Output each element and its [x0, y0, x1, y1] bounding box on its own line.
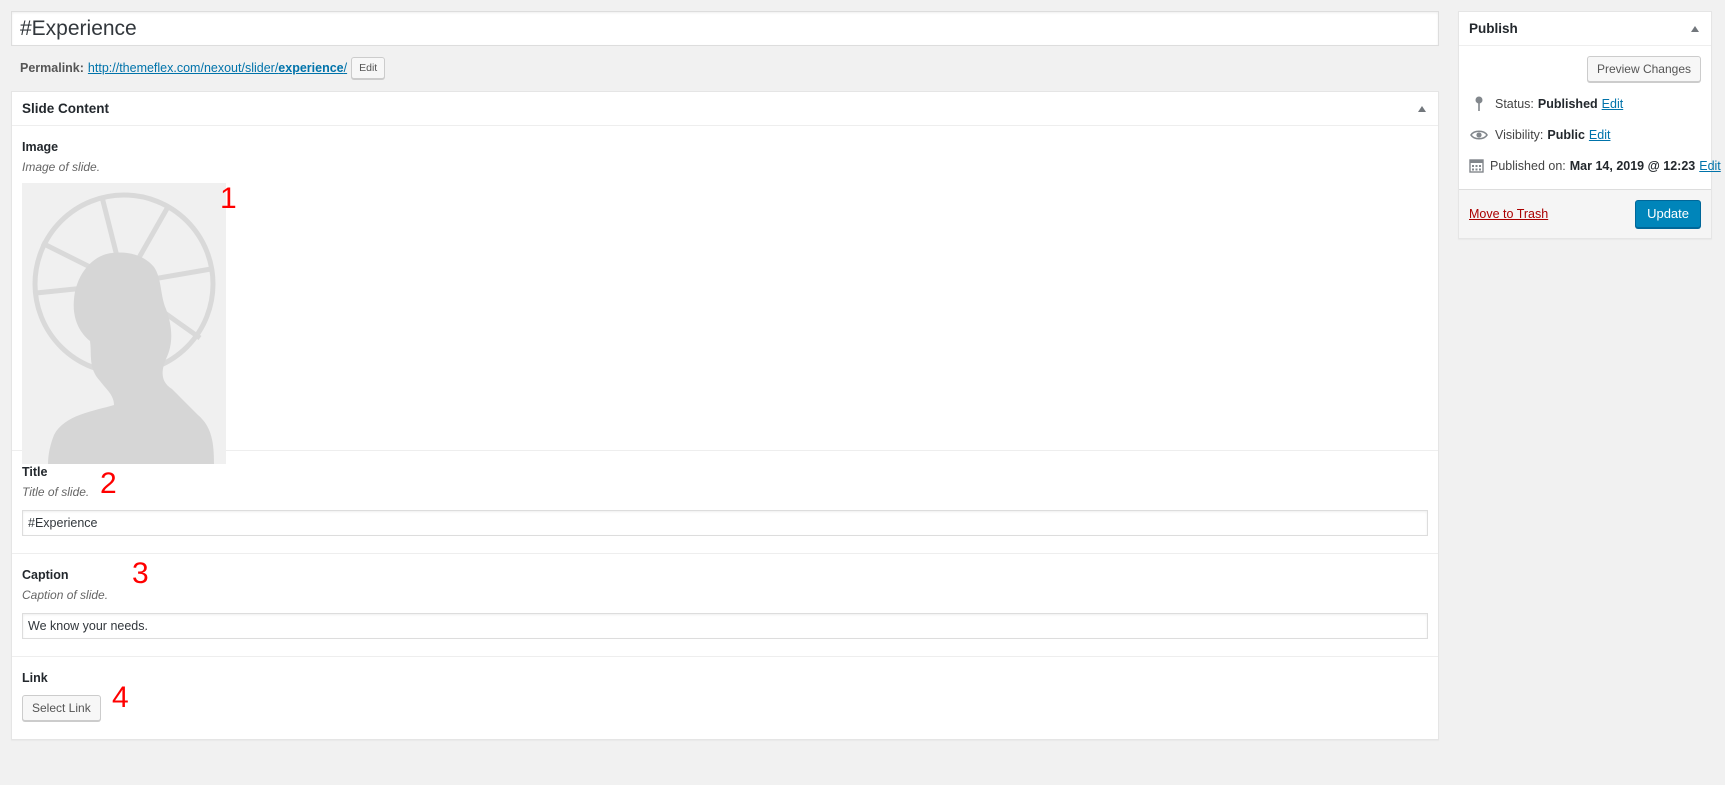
annotation-3: 3 — [132, 557, 149, 590]
permalink-slug: experience — [278, 60, 344, 75]
permalink-url[interactable]: http://themeflex.com/nexout/slider/exper… — [88, 61, 347, 75]
slide-title-input[interactable]: #Experience — [22, 510, 1428, 536]
annotation-4: 4 — [112, 681, 129, 714]
image-field: Image Image of slide. 1 — [12, 126, 1438, 464]
image-description: Image of slide. — [22, 160, 101, 174]
move-to-trash-link[interactable]: Move to Trash — [1469, 207, 1548, 221]
eye-icon — [1469, 129, 1489, 141]
published-label: Published on: — [1490, 158, 1566, 173]
slide-content-heading: Slide Content — [22, 101, 109, 116]
triangle-up-icon[interactable] — [1418, 105, 1426, 112]
permalink-edit-button[interactable]: Edit — [351, 56, 386, 79]
link-field: Link Select Link 4 — [12, 657, 1438, 739]
slide-caption-input[interactable]: We know your needs. — [22, 613, 1428, 639]
slide-image-placeholder[interactable] — [22, 183, 226, 464]
title-label: Title — [22, 465, 48, 479]
caption-field: Caption Caption of slide. We know your n… — [12, 554, 1438, 657]
triangle-up-icon[interactable] — [1691, 25, 1699, 32]
published-row: Published on: Mar 14, 2019 @ 12:23 Edit — [1459, 150, 1721, 181]
permalink-row: Permalink: http://themeflex.com/nexout/s… — [11, 56, 1439, 79]
publish-heading: Publish — [1469, 21, 1518, 36]
post-title-input[interactable]: #Experience — [11, 11, 1439, 46]
published-edit-link[interactable]: Edit — [1699, 159, 1721, 173]
status-value: Published — [1537, 96, 1598, 111]
published-value: Mar 14, 2019 @ 12:23 — [1569, 158, 1696, 173]
caption-description: Caption of slide. — [22, 588, 109, 602]
slide-content-box: Slide Content Image Image of slide. 1 Ti… — [11, 91, 1439, 740]
pin-icon — [1469, 96, 1489, 112]
status-edit-link[interactable]: Edit — [1602, 97, 1624, 111]
image-label: Image — [22, 140, 59, 154]
visibility-row: Visibility: Public Edit — [1459, 119, 1711, 150]
select-link-button[interactable]: Select Link — [22, 695, 101, 721]
slide-content-header[interactable]: Slide Content — [12, 92, 1438, 126]
annotation-2: 2 — [100, 467, 117, 500]
title-field: Title Title of slide. #Experience 2 — [12, 451, 1438, 554]
update-button[interactable]: Update — [1635, 200, 1701, 228]
status-label: Status: — [1495, 96, 1534, 111]
annotation-1: 1 — [220, 182, 237, 215]
publish-box: Publish Preview Changes Status: Publishe… — [1458, 11, 1721, 239]
link-label: Link — [22, 671, 48, 685]
permalink-trail: / — [343, 60, 348, 75]
avatar-placeholder-icon — [22, 183, 226, 464]
visibility-label: Visibility: — [1495, 127, 1544, 142]
preview-changes-button[interactable]: Preview Changes — [1586, 56, 1701, 82]
calendar-icon — [1469, 158, 1484, 173]
permalink-label: Permalink: — [20, 60, 84, 75]
caption-label: Caption — [22, 568, 69, 582]
visibility-edit-link[interactable]: Edit — [1589, 128, 1611, 142]
permalink-base: http://themeflex.com/nexout/slider/ — [87, 60, 279, 75]
publish-header[interactable]: Publish — [1459, 12, 1711, 46]
publish-actions: Preview Changes — [1459, 46, 1711, 88]
status-row: Status: Published Edit — [1459, 88, 1711, 119]
title-description: Title of slide. — [22, 485, 90, 499]
visibility-value: Public — [1547, 127, 1585, 142]
publish-major-actions: Move to Trash Update — [1459, 189, 1711, 238]
main-column: #Experience Permalink: http://themeflex.… — [11, 11, 1439, 740]
